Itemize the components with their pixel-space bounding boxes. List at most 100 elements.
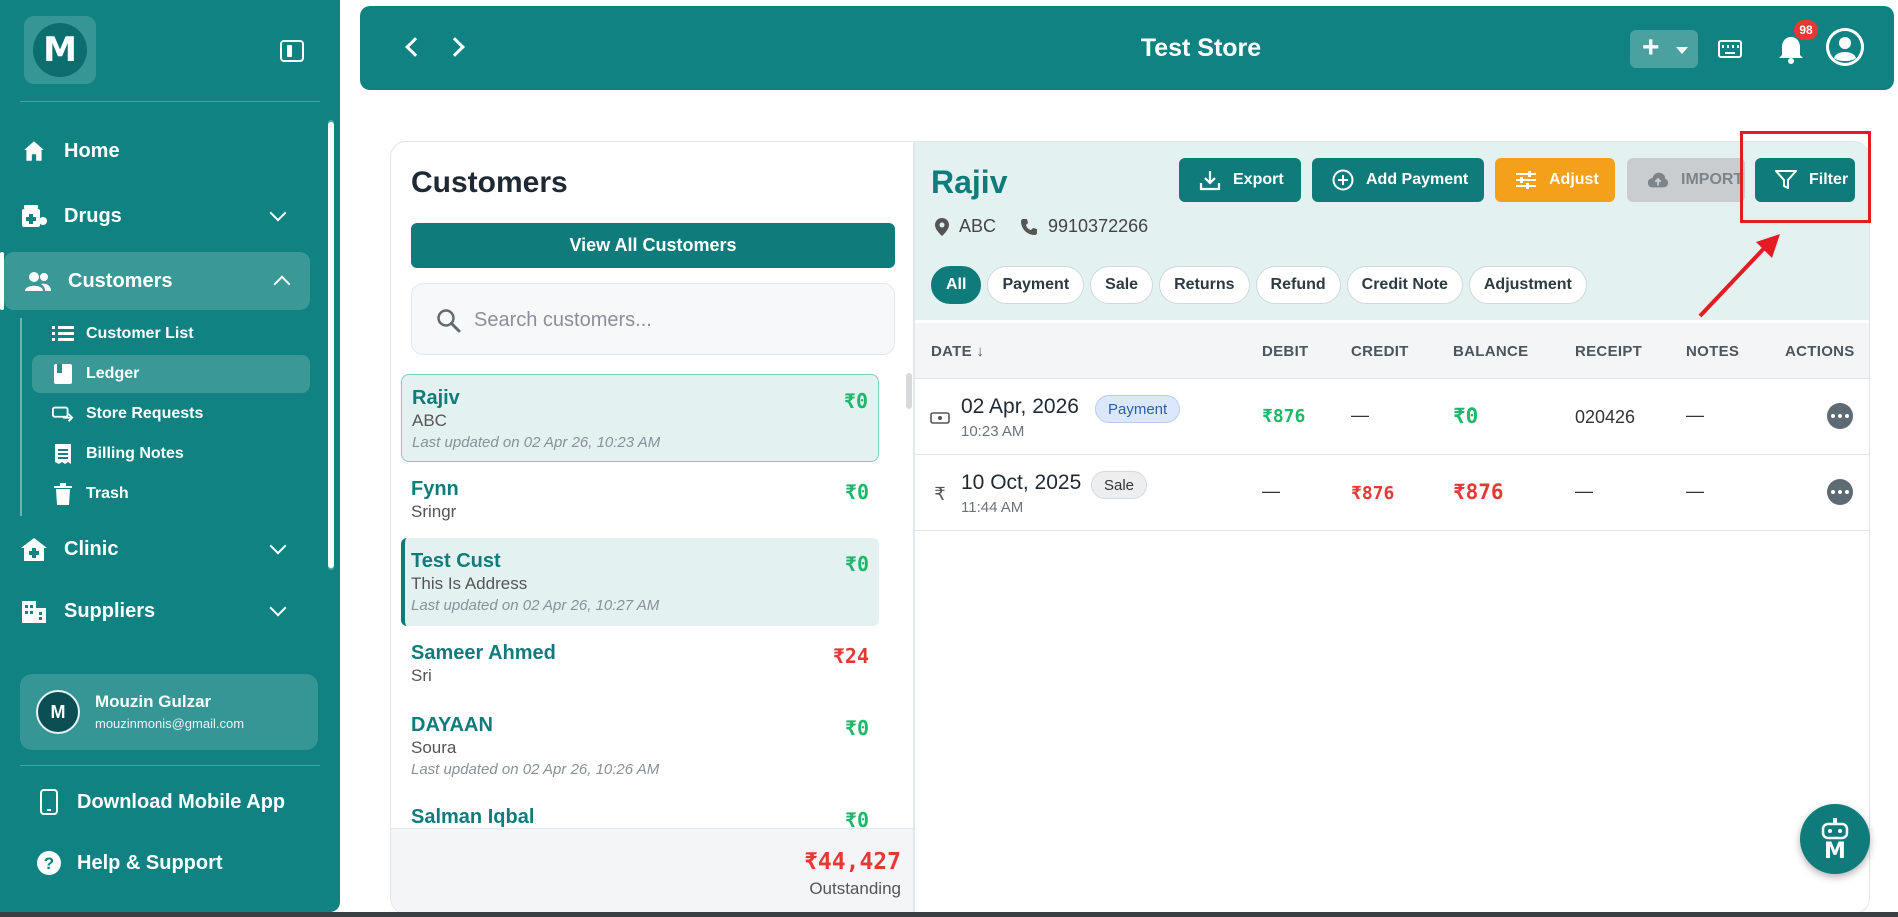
- sub-ledger[interactable]: Ledger: [32, 355, 310, 393]
- row-debit: ₹876: [1262, 406, 1306, 427]
- download-mobile-app-link[interactable]: Download Mobile App: [0, 782, 330, 822]
- back-arrow-icon[interactable]: [405, 37, 425, 57]
- customer-balance: ₹0: [843, 389, 868, 413]
- nav-drugs[interactable]: Drugs: [0, 187, 310, 245]
- customers-panel: Customers View All Customers Rajiv ABC L…: [390, 141, 914, 914]
- more-actions-icon[interactable]: [1827, 479, 1853, 505]
- row-balance: ₹876: [1453, 480, 1504, 504]
- search-icon: [436, 308, 462, 334]
- customer-list-item[interactable]: Salman Iqbal ₹0: [401, 794, 879, 828]
- filter-chip-adjustment[interactable]: Adjustment: [1468, 266, 1587, 304]
- chevron-down-icon: [269, 599, 287, 617]
- help-icon: ?: [36, 850, 62, 876]
- customer-list-item[interactable]: Sameer Ahmed Sri ₹24: [401, 630, 879, 696]
- chevron-down-icon: [269, 204, 287, 222]
- filter-chip-all[interactable]: All: [931, 266, 982, 304]
- filter-chip-sale[interactable]: Sale: [1090, 266, 1154, 304]
- customer-list-item[interactable]: DAYAAN Soura Last updated on 02 Apr 26, …: [401, 702, 879, 790]
- filter-highlight-box: [1740, 131, 1871, 223]
- notification-count-badge: 98: [1794, 20, 1818, 40]
- plus-circle-icon: [1332, 169, 1354, 191]
- forward-arrow-icon[interactable]: [445, 37, 465, 57]
- home-icon: [20, 137, 48, 165]
- customer-name: Rajiv: [412, 387, 460, 409]
- divider: [20, 765, 320, 766]
- ledger-customer-name: Rajiv: [931, 164, 1008, 200]
- import-label: IMPORT: [1681, 171, 1744, 188]
- sub-store-requests[interactable]: Store Requests: [32, 395, 310, 433]
- robot-icon: M: [1821, 818, 1849, 862]
- sidebar-collapse-icon[interactable]: [280, 40, 304, 62]
- row-time: 10:23 AM: [961, 423, 1025, 440]
- receipt-icon: [52, 443, 74, 465]
- column-date[interactable]: DATE ↓: [931, 343, 984, 360]
- nav-clinic[interactable]: Clinic: [0, 520, 310, 578]
- keyboard-icon[interactable]: [1718, 40, 1742, 58]
- nav-suppliers[interactable]: Suppliers: [0, 582, 310, 640]
- view-all-customers-button[interactable]: View All Customers: [411, 223, 895, 268]
- export-button[interactable]: Export: [1179, 158, 1301, 202]
- customer-name: Test Cust: [411, 550, 501, 572]
- divider: [20, 101, 320, 102]
- more-actions-icon[interactable]: [1827, 403, 1853, 429]
- column-notes: NOTES: [1686, 343, 1740, 360]
- customer-address: Soura: [411, 738, 457, 757]
- phone-icon: [1021, 218, 1038, 235]
- filter-chip-refund[interactable]: Refund: [1255, 266, 1341, 304]
- customer-balance: ₹0: [844, 552, 869, 576]
- row-date: 10 Oct, 2025: [961, 471, 1082, 494]
- customer-last-updated: Last updated on 02 Apr 26, 10:26 AM: [411, 761, 660, 778]
- import-button[interactable]: IMPORT: [1627, 158, 1745, 202]
- row-time: 11:44 AM: [961, 499, 1024, 516]
- table-row[interactable]: ₹ 10 Oct, 2025 11:44 AM Sale — ₹876 ₹876…: [915, 455, 1869, 531]
- customer-list-item[interactable]: Fynn Sringr ₹0: [401, 466, 879, 532]
- customer-name: Salman Iqbal: [411, 806, 535, 828]
- sub-trash[interactable]: Trash: [32, 475, 310, 513]
- nav-customers[interactable]: Customers: [0, 252, 310, 310]
- clinic-icon: [20, 535, 48, 563]
- sub-billing-notes[interactable]: Billing Notes: [32, 435, 310, 473]
- sidebar-scrollbar[interactable]: [328, 122, 334, 568]
- customer-list-item[interactable]: Rajiv ABC Last updated on 02 Apr 26, 10:…: [401, 374, 879, 462]
- customer-name: Fynn: [411, 478, 459, 500]
- sub-customer-list[interactable]: Customer List: [32, 315, 310, 353]
- add-payment-button[interactable]: Add Payment: [1312, 158, 1484, 202]
- sliders-icon: [1515, 169, 1537, 191]
- help-label: Help & Support: [77, 851, 223, 874]
- customer-search-box[interactable]: [411, 283, 895, 355]
- svg-text:M: M: [1824, 839, 1846, 862]
- row-credit: ₹876: [1351, 483, 1395, 504]
- filter-chip-credit-note[interactable]: Credit Note: [1346, 266, 1463, 304]
- user-profile-card[interactable]: M Mouzin Gulzar mouzinmonis@gmail.com: [20, 674, 318, 750]
- adjust-button[interactable]: Adjust: [1495, 158, 1615, 202]
- export-label: Export: [1233, 171, 1284, 188]
- submenu-line: [20, 318, 22, 516]
- customer-list-item[interactable]: Test Cust This Is Address Last updated o…: [401, 538, 879, 626]
- assistant-bot-button[interactable]: M: [1800, 804, 1870, 874]
- customer-list-scrollbar[interactable]: [906, 373, 912, 409]
- nav-home[interactable]: Home: [0, 122, 310, 180]
- filter-chip-returns[interactable]: Returns: [1159, 266, 1250, 304]
- cash-icon: [929, 407, 951, 429]
- svg-text:?: ?: [44, 854, 54, 873]
- transaction-type-badge: Sale: [1091, 471, 1148, 499]
- customer-search-input[interactable]: [474, 302, 874, 338]
- users-icon: [24, 267, 52, 295]
- filter-chip-payment[interactable]: Payment: [987, 266, 1085, 304]
- column-balance: BALANCE: [1453, 343, 1529, 360]
- column-actions: ACTIONS: [1785, 343, 1855, 360]
- quick-add-button[interactable]: +: [1630, 30, 1698, 68]
- app-logo[interactable]: M: [24, 16, 96, 84]
- table-row[interactable]: 02 Apr, 2026 10:23 AM Payment ₹876 — ₹0 …: [915, 379, 1869, 455]
- customer-balance: ₹0: [844, 808, 869, 828]
- help-support-link[interactable]: ? Help & Support: [0, 843, 330, 883]
- row-notes: —: [1686, 481, 1704, 501]
- location-pin-icon: [935, 217, 949, 236]
- nav-drugs-label: Drugs: [64, 204, 122, 227]
- nav-clinic-label: Clinic: [64, 537, 119, 560]
- building-icon: [20, 597, 48, 625]
- pharmacy-icon: [20, 202, 48, 230]
- nav-home-label: Home: [64, 139, 120, 162]
- account-icon[interactable]: [1826, 28, 1864, 66]
- caret-down-icon: [1676, 47, 1688, 54]
